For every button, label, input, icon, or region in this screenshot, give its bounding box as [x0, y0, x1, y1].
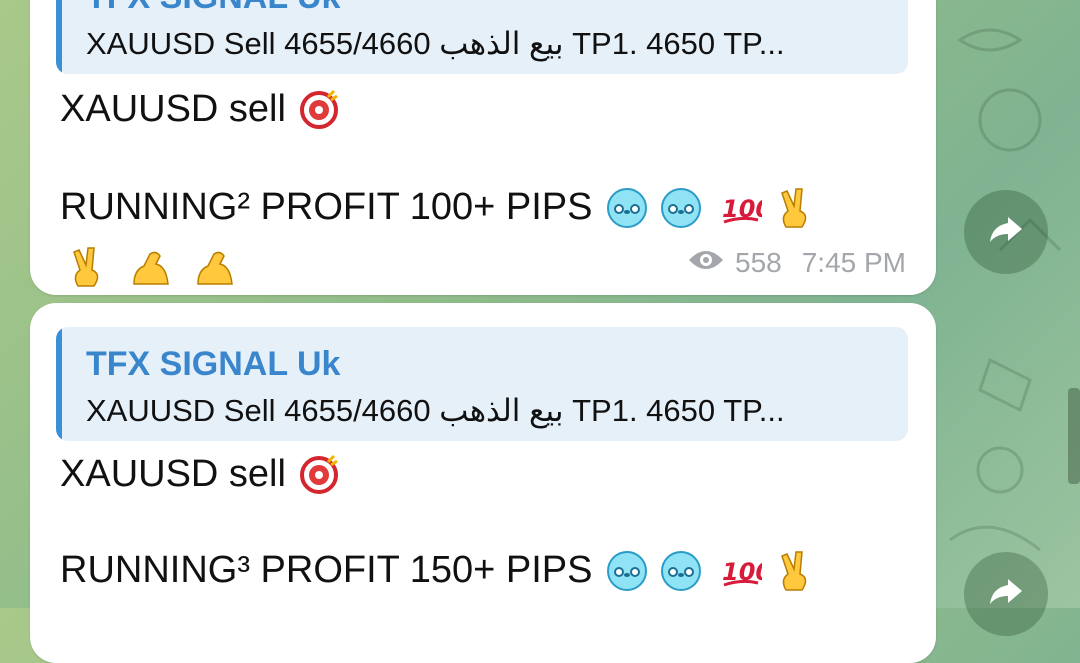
message-meta: 558 7:45 PM: [687, 247, 906, 279]
face-icon: [660, 550, 702, 592]
forward-arrow-icon: [988, 577, 1024, 612]
reply-sender-name: TFX SIGNAL Uk: [86, 345, 341, 383]
forward-button[interactable]: [964, 552, 1048, 636]
face-icon: [606, 187, 648, 229]
reply-preview[interactable]: TFX SIGNAL Uk XAUUSD Sell 4655/4660 بيع …: [56, 327, 908, 441]
bullseye-emoji-icon: [298, 89, 340, 131]
message-line: XAUUSD sell: [60, 88, 340, 131]
reply-accent-bar: [56, 327, 62, 441]
view-count: 558: [735, 247, 782, 278]
forward-button[interactable]: [964, 190, 1048, 274]
flexed-biceps-icon: [194, 246, 236, 288]
message-text: XAUUSD sell: [60, 88, 286, 130]
face-icon: [606, 550, 648, 592]
message-line: RUNNING³ PROFIT 150+ PIPS 100: [60, 549, 816, 592]
message-bubble[interactable]: TFX SIGNAL Uk XAUUSD Sell 4655/4660 بيع …: [30, 303, 936, 663]
reply-text: XAUUSD Sell 4655/4660 بيع الذهب TP1. 465…: [86, 26, 785, 61]
hundred-points-icon: 100: [720, 187, 762, 229]
reply-sender-name: TFX SIGNAL Uk: [86, 0, 340, 17]
message-text: RUNNING² PROFIT 100+ PIPS: [60, 186, 593, 228]
bullseye-emoji-icon: [298, 454, 340, 496]
message-line: XAUUSD sell: [60, 453, 340, 496]
victory-hand-icon: [774, 187, 816, 229]
forward-arrow-icon: [988, 215, 1024, 250]
reply-preview[interactable]: TFX SIGNAL Uk XAUUSD Sell 4655/4660 بيع …: [56, 0, 908, 74]
reply-accent-bar: [56, 0, 62, 74]
scroll-indicator[interactable]: [1068, 388, 1080, 484]
emoji-line: [66, 246, 236, 288]
flexed-biceps-icon: [130, 246, 172, 288]
message-line: RUNNING² PROFIT 100+ PIPS 100: [60, 186, 816, 229]
message-time: 7:45 PM: [801, 247, 906, 278]
eye-icon: [687, 247, 725, 279]
message-text: XAUUSD sell: [60, 453, 286, 495]
hundred-points-icon: 100: [720, 550, 762, 592]
message-text: RUNNING³ PROFIT 150+ PIPS: [60, 549, 593, 591]
message-bubble[interactable]: TFX SIGNAL Uk XAUUSD Sell 4655/4660 بيع …: [30, 0, 936, 295]
victory-hand-icon: [774, 550, 816, 592]
victory-hand-icon: [66, 246, 108, 288]
reply-text: XAUUSD Sell 4655/4660 بيع الذهب TP1. 465…: [86, 393, 785, 428]
face-icon: [660, 187, 702, 229]
